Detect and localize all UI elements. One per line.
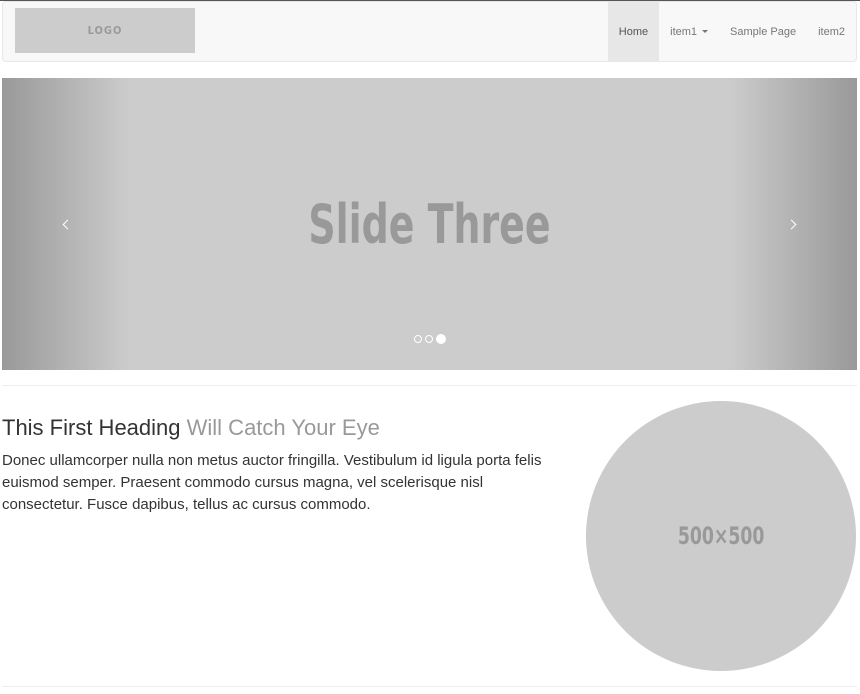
nav-item-item1-dropdown[interactable]: item1 [659, 2, 719, 61]
nav-item-label: item2 [818, 25, 845, 38]
navbar: LOGO Home item1 Sample Page item2 [2, 1, 857, 62]
featurette-divider [2, 385, 857, 386]
nav-item-sample-page[interactable]: Sample Page [719, 2, 807, 61]
carousel-indicator-2[interactable] [424, 335, 433, 343]
page: LOGO Home item1 Sample Page item2 Slide … [0, 0, 860, 694]
chevron-right-icon [786, 219, 797, 229]
logo[interactable]: LOGO [15, 8, 195, 53]
nav-item-label: item1 [670, 25, 698, 38]
nav-item-label: Sample Page [730, 25, 797, 38]
carousel-indicators [2, 334, 857, 344]
nav-item-home[interactable]: Home [607, 2, 660, 61]
feature-image-label: 500×500 [677, 522, 765, 550]
feature-text: Donec ullamcorper nulla non metus auctor… [2, 452, 542, 513]
carousel-next-button[interactable] [729, 78, 857, 370]
caret-down-icon [702, 30, 709, 33]
carousel: Slide Three [2, 78, 857, 370]
feature-image-placeholder: 500×500 [586, 401, 856, 671]
nav-item-label: Home [618, 25, 649, 38]
logo-text: LOGO [87, 24, 123, 37]
feature-heading: This First Heading Will Catch Your Eye [2, 414, 562, 442]
nav-menu: Home item1 Sample Page item2 [607, 2, 856, 61]
featurette-divider-bottom [2, 686, 857, 687]
carousel-prev-button[interactable] [2, 78, 130, 370]
carousel-indicator-3[interactable] [435, 334, 446, 344]
nav-item-item2[interactable]: item2 [807, 2, 856, 61]
carousel-indicator-1[interactable] [413, 335, 422, 343]
feature-heading-muted: Will Catch Your Eye [186, 415, 380, 440]
feature-heading-main: This First Heading [2, 415, 181, 440]
chevron-left-icon [62, 219, 73, 229]
slide-placeholder-text: Slide Three [308, 192, 551, 256]
